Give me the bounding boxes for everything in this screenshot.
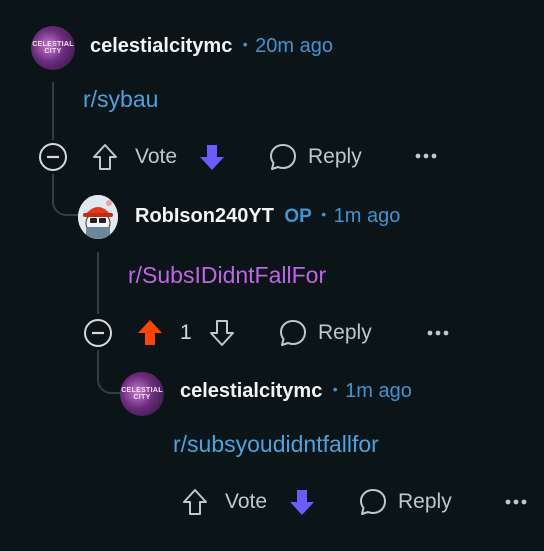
arrow-up-icon xyxy=(93,144,117,170)
more-options-button[interactable] xyxy=(426,327,450,339)
reply-label: Reply xyxy=(398,490,452,513)
timestamp[interactable]: 20m ago xyxy=(255,35,333,57)
separator: • xyxy=(242,36,248,52)
arrow-up-icon xyxy=(183,489,207,515)
separator: • xyxy=(321,206,327,222)
username[interactable]: celestialcitymc xyxy=(90,35,232,57)
separator: • xyxy=(332,381,338,397)
more-options-button[interactable] xyxy=(414,150,438,162)
comment-body-link[interactable]: r/subsyoudidntfallfor xyxy=(173,431,379,458)
vote-label: Vote xyxy=(225,490,268,513)
comment-header: celestialcitymc • 1m ago xyxy=(180,380,412,403)
ellipsis-icon xyxy=(505,499,527,505)
speech-bubble-icon xyxy=(280,320,306,346)
ellipsis-icon xyxy=(415,153,437,159)
reply-button[interactable]: Reply xyxy=(358,487,452,517)
reply-label: Reply xyxy=(308,145,362,168)
avatar[interactable] xyxy=(78,195,118,239)
arrow-down-icon xyxy=(290,490,314,515)
comment-body-link[interactable]: r/sybau xyxy=(83,86,158,113)
comment-header: RobIson240YT OP • 1m ago xyxy=(135,205,400,228)
comment: RobIson240YT OP • 1m ago r/SubsIDidntFal… xyxy=(0,180,544,360)
avatar-text: CELESTIAL CITY xyxy=(32,40,74,55)
minus-circle-icon xyxy=(39,143,67,171)
username[interactable]: RobIson240YT xyxy=(135,205,274,227)
downvote-button[interactable] xyxy=(288,487,316,517)
avatar-text: CELESTIAL CITY xyxy=(121,386,163,401)
downvote-button[interactable] xyxy=(198,142,226,172)
upvote-button[interactable] xyxy=(91,142,119,172)
timestamp[interactable]: 1m ago xyxy=(345,380,412,402)
avatar[interactable]: CELESTIAL CITY xyxy=(120,372,164,416)
ellipsis-icon xyxy=(427,330,449,336)
comment: CELESTIAL CITY celestialcitymc • 20m ago… xyxy=(0,0,544,180)
collapse-button[interactable] xyxy=(38,142,68,172)
arrow-down-icon xyxy=(210,320,234,346)
arrow-up-icon xyxy=(138,320,162,345)
username[interactable]: celestialcitymc xyxy=(180,380,322,402)
timestamp[interactable]: 1m ago xyxy=(334,205,401,227)
upvote-button[interactable] xyxy=(136,318,164,348)
reply-button[interactable]: Reply xyxy=(268,142,362,172)
snoo-avatar-icon xyxy=(78,195,118,239)
upvote-button[interactable] xyxy=(181,487,209,517)
comment: CELESTIAL CITY celestialcitymc • 1m ago … xyxy=(0,360,544,551)
avatar[interactable]: CELESTIAL CITY xyxy=(31,26,75,70)
more-options-button[interactable] xyxy=(504,496,528,508)
comment-body-link[interactable]: r/SubsIDidntFallFor xyxy=(128,262,326,289)
arrow-down-icon xyxy=(200,145,224,170)
op-badge: OP xyxy=(284,206,312,227)
collapse-button[interactable] xyxy=(83,318,113,348)
reply-label: Reply xyxy=(318,321,372,344)
reply-button[interactable]: Reply xyxy=(278,318,372,348)
speech-bubble-icon xyxy=(270,144,296,170)
vote-label: Vote xyxy=(135,145,178,168)
comment-header: celestialcitymc • 20m ago xyxy=(90,35,333,58)
minus-circle-icon xyxy=(84,319,112,347)
downvote-button[interactable] xyxy=(208,318,236,348)
vote-count: 1 xyxy=(180,321,192,344)
speech-bubble-icon xyxy=(360,489,386,515)
